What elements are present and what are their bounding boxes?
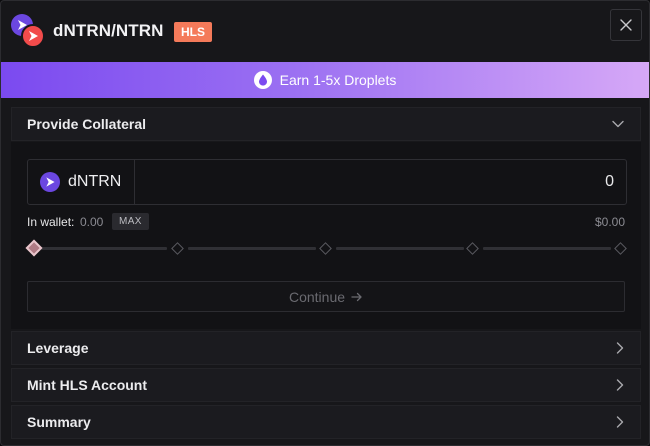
- asset-selector[interactable]: dNTRN: [28, 160, 135, 204]
- slider-stop-50[interactable]: [319, 242, 332, 255]
- slider-stop-75[interactable]: [466, 242, 479, 255]
- close-button[interactable]: [610, 9, 642, 41]
- slider-stop-100[interactable]: [614, 242, 627, 255]
- ntrn-coin-icon: [21, 24, 45, 48]
- arrow-right-icon: [351, 292, 362, 301]
- chevron-right-icon: [616, 379, 624, 391]
- slider-track: [336, 247, 464, 250]
- max-button[interactable]: MAX: [112, 213, 149, 230]
- droplet-icon: [253, 71, 272, 89]
- usd-value: $0.00: [594, 215, 625, 229]
- modal-title: dNTRN/NTRN: [53, 21, 164, 40]
- amount-slider[interactable]: [25, 239, 627, 258]
- wallet-balance: 0.00: [80, 215, 104, 229]
- chevron-right-icon: [616, 342, 624, 354]
- hls-badge: HLS: [174, 22, 212, 42]
- pair-icons: [11, 14, 45, 48]
- slider-handle[interactable]: [25, 239, 43, 257]
- chevron-right-icon: [616, 416, 624, 428]
- section-provide-collateral[interactable]: Provide Collateral: [11, 107, 641, 141]
- modal-header: dNTRN/NTRN HLS: [1, 1, 649, 62]
- section-label: Mint HLS Account: [27, 377, 148, 393]
- close-icon: [620, 19, 632, 31]
- section-summary[interactable]: Summary: [11, 405, 641, 439]
- hls-deposit-modal: dNTRN/NTRN HLS Earn 1-5x Droplets Provid…: [0, 0, 650, 446]
- continue-button[interactable]: Continue: [27, 281, 625, 312]
- section-label: Leverage: [27, 340, 89, 356]
- wallet-balance-row: In wallet: 0.00 MAX $0.00: [27, 213, 625, 231]
- droplets-banner[interactable]: Earn 1-5x Droplets: [1, 62, 649, 98]
- slider-track: [41, 247, 167, 250]
- section-mint-hls-account[interactable]: Mint HLS Account: [11, 368, 641, 402]
- continue-label: Continue: [288, 288, 346, 305]
- section-label: Provide Collateral: [27, 116, 147, 132]
- asset-name: dNTRN: [68, 173, 122, 190]
- amount-input[interactable]: [136, 160, 626, 204]
- dntrn-asset-icon: [40, 172, 60, 192]
- section-label: Summary: [27, 414, 91, 430]
- section-leverage[interactable]: Leverage: [11, 331, 641, 365]
- slider-track: [483, 247, 611, 250]
- slider-track: [188, 247, 316, 250]
- asset-amount-field: dNTRN: [27, 159, 627, 205]
- collateral-panel: dNTRN In wallet: 0.00 MAX $0.00 Continue: [11, 142, 641, 329]
- wallet-label: In wallet:: [27, 215, 75, 229]
- slider-stop-25[interactable]: [171, 242, 184, 255]
- banner-text: Earn 1-5x Droplets: [279, 72, 397, 88]
- chevron-down-icon: [612, 120, 624, 128]
